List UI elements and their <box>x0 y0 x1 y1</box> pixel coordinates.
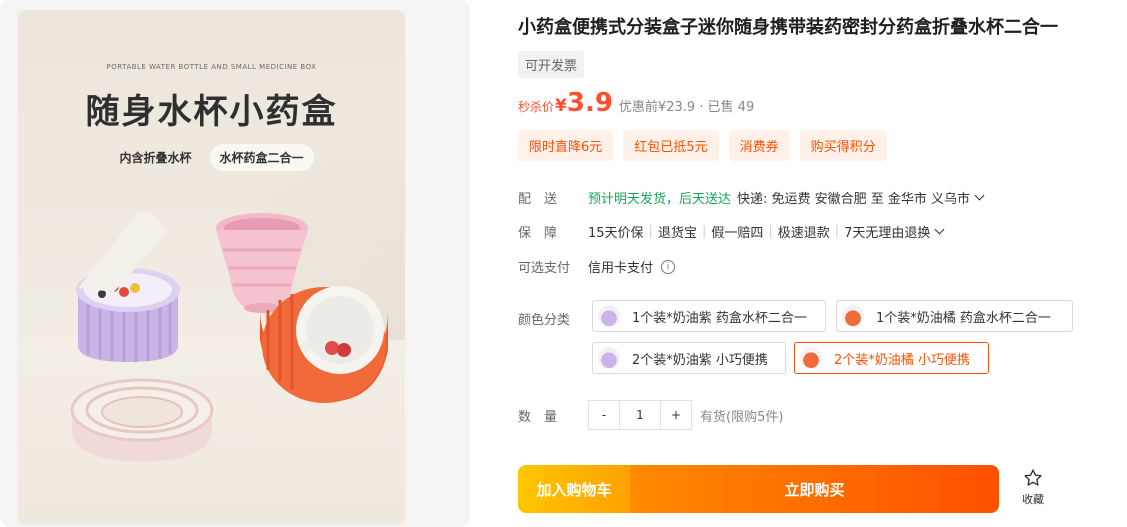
shipping-label: 配 送 <box>518 192 558 207</box>
image-gallery: PORTABLE WATER BOTTLE AND SMALL MEDICINE… <box>0 0 470 527</box>
guarantee-label: 保 障 <box>518 226 558 241</box>
quantity-row: 数 量 - 1 + 有货(限购5件) <box>518 400 783 430</box>
promo-tag[interactable]: 红包已抵5元 <box>623 130 719 161</box>
buy-now-button[interactable]: 立即购买 <box>630 465 999 513</box>
price-label: 秒杀价 <box>518 100 555 114</box>
quantity-stepper: - 1 + <box>588 400 692 430</box>
folded-cup-illustration <box>70 378 214 462</box>
option-text: 2个装*奶油紫 小巧便携 <box>632 352 768 368</box>
promo-tag[interactable]: 消费券 <box>728 130 790 161</box>
guarantee-row: 保 障 15天价保 | 退货宝 | 假一赔四 | 极速退款 | 7天无理由退换 <box>518 222 945 241</box>
product-title: 小药盒便携式分装盒子迷你随身携带装药密封分药盒折叠水杯二合一 <box>518 17 1058 38</box>
price-row: 秒杀价 ¥ 3.9 优惠前¥23.9 · 已售 49 <box>518 88 754 118</box>
promo-tag[interactable]: 限时直降6元 <box>518 130 614 161</box>
guarantee-item: 退货宝 <box>657 226 697 241</box>
guarantee-item: 极速退款 <box>777 226 830 241</box>
option-thumbnail <box>842 305 864 327</box>
payment-label: 可选支付 <box>518 261 571 276</box>
option-2-purple-portable[interactable]: 2个装*奶油紫 小巧便携 <box>592 342 786 374</box>
guarantee-item[interactable]: 7天无理由退换 <box>844 222 930 241</box>
decrement-button[interactable]: - <box>588 400 620 430</box>
option-text: 2个装*奶油橘 小巧便携 <box>834 352 970 368</box>
option-text: 1个装*奶油紫 药盒水杯二合一 <box>632 310 807 326</box>
info-icon[interactable]: i <box>661 259 676 274</box>
option-2-orange-portable[interactable]: 2个装*奶油橘 小巧便携 <box>794 342 989 374</box>
increment-button[interactable]: + <box>660 400 692 430</box>
shipping-detail[interactable]: 快递: 免运费 安徽合肥 至 金华市 义乌市 <box>737 188 970 207</box>
option-label-row: 颜色分类 <box>518 309 588 328</box>
option-thumbnail <box>800 347 822 369</box>
favorite-label: 收藏 <box>1022 493 1044 506</box>
payment-value: 信用卡支付 <box>588 261 654 276</box>
purchase-buttons: 加入购物车 立即购买 <box>518 465 999 513</box>
promo-tag[interactable]: 购买得积分 <box>799 130 887 161</box>
option-thumbnail <box>598 347 620 369</box>
chevron-down-icon[interactable] <box>934 224 945 235</box>
purple-pillbox-illustration <box>76 212 180 362</box>
chevron-down-icon[interactable] <box>974 190 985 201</box>
currency-symbol: ¥ <box>555 96 567 116</box>
option-label: 颜色分类 <box>518 313 571 328</box>
quantity-label: 数 量 <box>518 409 558 425</box>
promo-tags: 限时直降6元 红包已抵5元 消费券 购买得积分 <box>518 130 887 161</box>
orange-pillbox-illustration <box>260 286 388 403</box>
favorite-button[interactable]: 收藏 <box>1018 468 1048 507</box>
sale-price: 3.9 <box>566 88 613 118</box>
option-1-orange-combo[interactable]: 1个装*奶油橘 药盒水杯二合一 <box>836 300 1073 332</box>
divider: | <box>768 224 773 239</box>
shipping-eta: 预计明天发货，后天送达 <box>588 192 732 207</box>
divider: | <box>834 224 840 239</box>
divider: | <box>701 224 707 239</box>
product-illustration <box>70 212 388 462</box>
shipping-row: 配 送 预计明天发货，后天送达 快递: 免运费 安徽合肥 至 金华市 义乌市 <box>518 188 985 207</box>
product-main-image[interactable]: PORTABLE WATER BOTTLE AND SMALL MEDICINE… <box>18 10 405 525</box>
quantity-input[interactable]: 1 <box>620 400 660 430</box>
add-to-cart-button[interactable]: 加入购物车 <box>518 465 630 513</box>
guarantee-item: 假一赔四 <box>711 226 764 241</box>
star-icon <box>1024 469 1042 486</box>
original-price-sold: 优惠前¥23.9 · 已售 49 <box>618 100 755 115</box>
divider: | <box>648 224 653 239</box>
option-1-purple-combo[interactable]: 1个装*奶油紫 药盒水杯二合一 <box>592 300 826 332</box>
invoice-badge: 可开发票 <box>518 51 585 78</box>
option-thumbnail <box>598 305 620 327</box>
stock-status: 有货(限购5件) <box>700 409 784 425</box>
payment-row: 可选支付 信用卡支付 i <box>518 257 676 276</box>
option-text: 1个装*奶油橘 药盒水杯二合一 <box>876 310 1051 326</box>
guarantee-item: 15天价保 <box>588 226 644 241</box>
